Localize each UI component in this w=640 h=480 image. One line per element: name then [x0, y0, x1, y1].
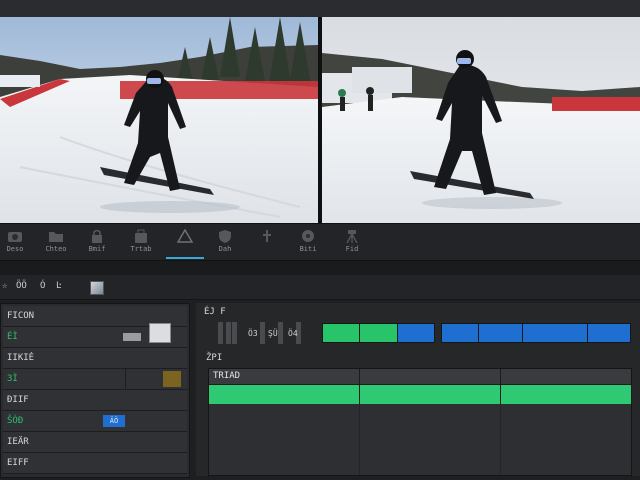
meter-label: Ö4 — [288, 329, 298, 338]
list-item[interactable]: ŠÓÐ ÄÖ — [3, 411, 187, 432]
lane-gridline — [359, 405, 360, 475]
source-viewer[interactable] — [0, 17, 318, 223]
lane-gridline — [500, 405, 501, 475]
subbar-item-b[interactable]: Ó — [40, 281, 45, 291]
tool-biti[interactable]: Biti — [289, 227, 327, 257]
meter-bar — [218, 322, 223, 344]
tool-label: Bmif — [88, 245, 106, 253]
timeline-clip[interactable] — [397, 323, 435, 343]
tool-fid[interactable]: Fid — [333, 227, 371, 257]
row-label: ÐIIF — [7, 395, 29, 405]
tool-chteo[interactable]: Chteo — [37, 227, 75, 257]
tool-dah[interactable]: Dah — [206, 227, 244, 257]
row-label: ЗÌ — [7, 374, 18, 384]
row-label: EIFF — [7, 458, 29, 468]
panel-separator — [0, 261, 640, 275]
row-label: IEÄR — [7, 437, 29, 447]
folder-icon — [49, 232, 63, 242]
value-badge[interactable]: ÄÖ — [103, 415, 125, 427]
source-frame-image — [0, 17, 318, 223]
timeline-clip[interactable] — [322, 323, 360, 343]
disc-icon — [302, 230, 314, 242]
meter-bar — [226, 322, 231, 344]
timeline-clip[interactable] — [478, 323, 523, 343]
meter-label: ŞÜ — [268, 329, 278, 338]
list-item[interactable]: ÐIIF — [3, 390, 187, 411]
timeline-clip[interactable] — [359, 323, 398, 343]
audio-lane[interactable]: TRIAD — [208, 368, 632, 476]
camera-icon — [8, 232, 22, 242]
list-item[interactable]: IIKIĖ — [3, 348, 187, 369]
audio-clip[interactable] — [360, 385, 501, 404]
list-item[interactable]: ЗÌ — [3, 369, 187, 390]
row-label: FICON — [7, 311, 35, 321]
audio-clip[interactable] — [209, 385, 360, 404]
row-label: IIKIĖ — [7, 353, 35, 363]
triangle-icon — [177, 229, 193, 243]
audio-clip[interactable] — [501, 385, 632, 404]
row-label: ŠÓÐ — [7, 416, 24, 426]
track-2-label: ŽPI — [206, 353, 223, 363]
tool-strip: Deso Chteo Bmif Trtab Dah Biti Fid — [0, 223, 640, 262]
tool-deso[interactable]: Deso — [0, 227, 34, 257]
shield-icon — [219, 230, 231, 243]
tool-label: Fid — [345, 245, 359, 253]
tool-label: Trtab — [130, 245, 152, 253]
clip-thumbnail[interactable] — [90, 281, 104, 295]
track-1-label: ÉJ F — [204, 307, 226, 317]
timeline-clip[interactable] — [587, 323, 631, 343]
tool-pin[interactable] — [248, 227, 286, 257]
list-item[interactable]: ÉÌ — [3, 323, 187, 348]
timeline-clip[interactable] — [441, 323, 479, 343]
bag-icon — [135, 229, 147, 243]
program-frame-image — [322, 17, 640, 223]
lane-header: TRIAD — [209, 369, 631, 385]
program-viewer[interactable] — [322, 17, 640, 223]
tool-label: Deso — [6, 245, 24, 253]
properties-panel: FICON ÉÌ IIKIĖ ЗÌ ÐIIF ŠÓÐ ÄÖ IEÄR EIFF — [0, 303, 190, 478]
lock-icon — [92, 229, 102, 243]
star-icon[interactable]: ☆ — [2, 281, 7, 291]
tool-label: Dah — [218, 245, 232, 253]
list-item[interactable]: EIFF — [3, 453, 187, 474]
color-swatch-gold[interactable] — [163, 371, 181, 387]
subbar-item-c[interactable]: Ŀ — [56, 281, 61, 291]
timeline-clip[interactable] — [522, 323, 588, 343]
tool-label: Biti — [299, 245, 317, 253]
tool-bmif[interactable]: Bmif — [78, 227, 116, 257]
tripod-icon — [346, 230, 358, 243]
meter-bar — [232, 322, 237, 344]
tool-trtab[interactable]: Trtab — [122, 227, 160, 257]
tool-triangle[interactable] — [166, 227, 204, 259]
meter-bar — [278, 322, 283, 344]
row-label: ÉÌ — [7, 332, 18, 342]
column-divider — [125, 369, 126, 389]
list-item[interactable]: IEÄR — [3, 432, 187, 453]
lane-title: TRIAD — [213, 371, 241, 381]
meter-label: Ö3 — [248, 329, 258, 338]
pin-icon — [263, 230, 271, 242]
toggle-chip[interactable] — [123, 333, 141, 341]
tool-label: Chteo — [45, 245, 67, 253]
color-swatch[interactable] — [149, 323, 171, 343]
lane-header-seg — [360, 369, 501, 384]
meter-bar — [260, 322, 265, 344]
subbar-item-a[interactable]: ÖÖ — [16, 281, 27, 291]
title-bar — [0, 0, 640, 18]
